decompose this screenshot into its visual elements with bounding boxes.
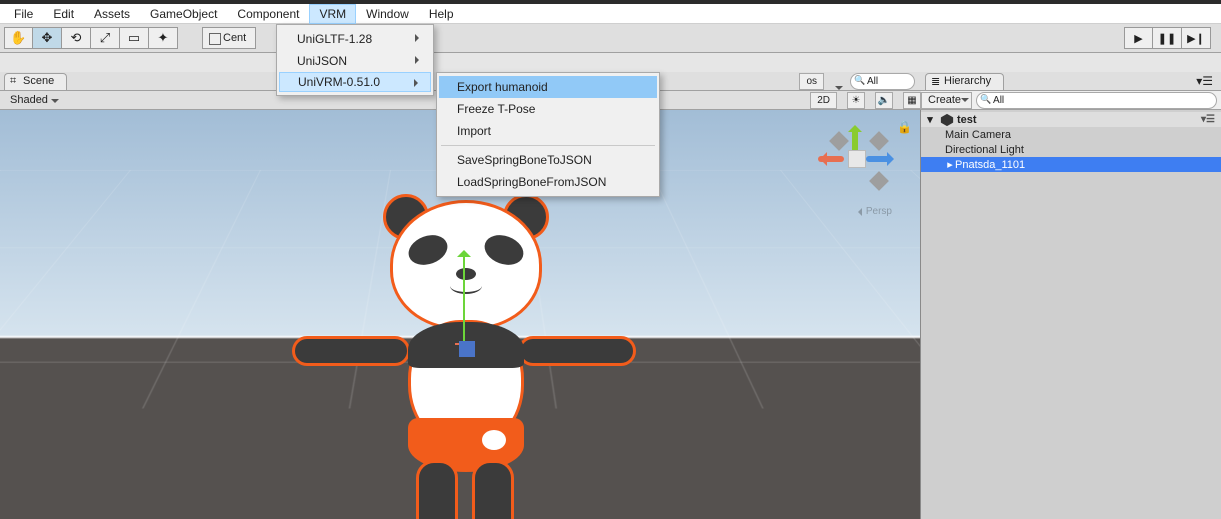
- scene-root-row[interactable]: ▾ test ▾☰: [921, 112, 1221, 127]
- vrm-menu: UniGLTF-1.28 UniJSON UniVRM-0.51.0: [276, 24, 434, 96]
- menu-edit[interactable]: Edit: [43, 4, 84, 24]
- hand-tool-button[interactable]: ✋: [4, 27, 33, 49]
- scale-tool-button[interactable]: ⤢: [91, 27, 120, 49]
- load-springbone-item[interactable]: LoadSpringBoneFromJSON: [439, 171, 657, 193]
- import-item[interactable]: Import: [439, 120, 657, 142]
- lock-icon[interactable]: 🔒: [897, 120, 912, 134]
- menu-separator: [441, 145, 655, 146]
- save-springbone-item[interactable]: SaveSpringBoneToJSON: [439, 149, 657, 171]
- model-panda[interactable]: [280, 210, 650, 519]
- menu-help[interactable]: Help: [419, 4, 464, 24]
- univrm-submenu: Export humanoid Freeze T-Pose Import Sav…: [436, 72, 660, 197]
- hierarchy-item-selected[interactable]: ▸ Pnatsda_1101: [921, 157, 1221, 172]
- hierarchy-item[interactable]: Directional Light: [921, 142, 1221, 157]
- lighting-toggle-icon[interactable]: ☀: [847, 92, 865, 109]
- export-humanoid-item[interactable]: Export humanoid: [439, 76, 657, 98]
- chevron-right-icon: [415, 56, 423, 64]
- hierarchy-panel-menu-icon[interactable]: ▾☰: [1192, 74, 1217, 88]
- menu-vrm[interactable]: VRM: [309, 4, 356, 24]
- unity-logo-icon: [940, 113, 954, 127]
- fx-toggle-icon[interactable]: ▦: [903, 92, 921, 109]
- play-button[interactable]: ▶: [1124, 27, 1153, 49]
- menu-file[interactable]: File: [4, 4, 43, 24]
- transform-tool-button[interactable]: ✦: [149, 27, 178, 49]
- scene-name-label: test: [957, 114, 977, 126]
- vrm-menu-item[interactable]: UniJSON: [279, 50, 431, 72]
- mode-2d-toggle[interactable]: 2D: [810, 92, 837, 109]
- menu-assets[interactable]: Assets: [84, 4, 140, 24]
- shading-mode-dropdown[interactable]: Shaded: [6, 94, 62, 106]
- pivot-center-button[interactable]: Cent: [202, 27, 256, 49]
- hierarchy-item[interactable]: Main Camera: [921, 127, 1221, 142]
- scene-search-input[interactable]: All: [850, 73, 915, 90]
- chevron-right-icon: [414, 79, 422, 87]
- toolbar: ✋ ✥ ⟲ ⤢ ▭ ✦ Cent ▶ ❚❚ ▶❙: [0, 24, 1221, 53]
- step-button[interactable]: ▶❙: [1182, 27, 1211, 49]
- vrm-menu-item[interactable]: UniGLTF-1.28: [279, 28, 431, 50]
- projection-label[interactable]: Persp: [854, 206, 892, 217]
- freeze-tpose-item[interactable]: Freeze T-Pose: [439, 98, 657, 120]
- hierarchy-tree: ▾ test ▾☰ Main Camera Directional Light …: [921, 110, 1221, 519]
- expand-arrow-icon[interactable]: ▾: [925, 113, 935, 126]
- scene-tab[interactable]: Scene: [4, 73, 67, 90]
- menu-window[interactable]: Window: [356, 4, 419, 24]
- menu-gameobject[interactable]: GameObject: [140, 4, 227, 24]
- scene-row-menu-icon[interactable]: ▾☰: [1201, 114, 1215, 125]
- audio-toggle-icon[interactable]: 🔈: [875, 92, 893, 109]
- pause-button[interactable]: ❚❚: [1153, 27, 1182, 49]
- create-dropdown[interactable]: Create: [921, 92, 972, 109]
- expand-arrow-icon[interactable]: ▸: [945, 158, 955, 171]
- hierarchy-search-input[interactable]: All: [976, 92, 1217, 109]
- menubar: File Edit Assets GameObject Component VR…: [0, 4, 1221, 24]
- orientation-gizmo[interactable]: [822, 124, 892, 194]
- rotate-tool-button[interactable]: ⟲: [62, 27, 91, 49]
- chevron-right-icon: [415, 34, 423, 42]
- rect-tool-button[interactable]: ▭: [120, 27, 149, 49]
- hierarchy-tab[interactable]: Hierarchy: [925, 73, 1004, 90]
- menu-component[interactable]: Component: [227, 4, 309, 24]
- move-tool-button[interactable]: ✥: [33, 27, 62, 49]
- gizmos-dropdown[interactable]: os: [799, 73, 824, 90]
- vrm-menu-item-univrm[interactable]: UniVRM-0.51.0: [279, 72, 431, 92]
- hierarchy-panel: Hierarchy ▾☰ Create All ▾ test ▾☰ Main C…: [921, 72, 1221, 519]
